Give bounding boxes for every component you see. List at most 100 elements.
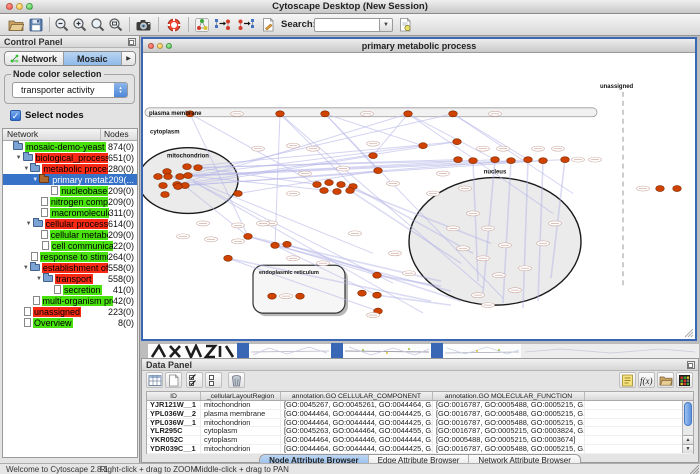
- float-panel-icon[interactable]: [687, 361, 695, 369]
- save-icon[interactable]: [27, 16, 45, 34]
- tree-row[interactable]: response to stimulu264(0): [3, 251, 137, 262]
- table-cell[interactable]: [GO:0016787, GO:0005488, GO:0005215, G..…: [433, 419, 585, 427]
- graph-node[interactable]: [320, 188, 329, 194]
- graph-node[interactable]: [419, 143, 428, 149]
- tree-row[interactable]: mosaic-demo-yeast874(0): [3, 141, 137, 152]
- graph-node[interactable]: [561, 157, 570, 163]
- tree-row-label[interactable]: transport: [55, 274, 93, 284]
- table-cell[interactable]: mitochondrion: [201, 401, 281, 409]
- table-row[interactable]: YJR121W__1mitochondrion[GO:0045267, GO:0…: [147, 401, 693, 410]
- table-row[interactable]: YDR039C__1mitochondrion[GO:0044464, GO:0…: [147, 445, 693, 454]
- table-row[interactable]: YLR295Ccytoplasm[GO:0045263, GO:0044464,…: [147, 427, 693, 436]
- tree-col-nodes[interactable]: Nodes: [101, 129, 137, 140]
- expand-arrow-icon[interactable]: ▼: [22, 166, 30, 172]
- table-cell[interactable]: plasma membrane: [201, 410, 281, 418]
- graph-node[interactable]: [296, 293, 305, 299]
- graph-node[interactable]: [176, 174, 185, 180]
- graph-node[interactable]: [333, 189, 342, 195]
- table-cell[interactable]: [GO:0016787, GO:0005488, GO:0005215, G..…: [433, 445, 585, 453]
- tab-node-attribute-browser[interactable]: Node Attribute Browser: [260, 455, 369, 463]
- dropdown-stepper-icon[interactable]: ▲▼: [114, 83, 127, 97]
- table-row[interactable]: YPL036W__2plasma membrane[GO:0044464, GO…: [147, 410, 693, 419]
- hide-selected-icon[interactable]: [214, 16, 232, 34]
- background-window-edge[interactable]: [237, 343, 249, 358]
- background-window[interactable]: [443, 343, 521, 358]
- annotation-icon[interactable]: [259, 16, 277, 34]
- table-cell[interactable]: [GO:0044464, GO:0044444, GO:0044425, G..…: [281, 445, 433, 453]
- table-cell[interactable]: mitochondrion: [201, 445, 281, 453]
- expand-arrow-icon[interactable]: ▼: [25, 221, 33, 227]
- table-cell[interactable]: [GO:0016787, GO:0005488, GO:0005215, G..…: [433, 410, 585, 418]
- table-cell[interactable]: YDR039C__1: [147, 445, 201, 453]
- tree-row-label[interactable]: cell communicat: [51, 241, 113, 251]
- expand-arrow-icon[interactable]: ▼: [31, 177, 39, 183]
- tree-row-label[interactable]: macromolecule: [50, 208, 108, 218]
- tree-row[interactable]: ▼establishment of lo558(0): [3, 262, 137, 273]
- graph-node[interactable]: [183, 164, 192, 170]
- graph-node[interactable]: [234, 191, 243, 197]
- graph-node[interactable]: [271, 242, 280, 248]
- table-column-header[interactable]: annotation.GO MOLECULAR_FUNCTION: [433, 392, 585, 400]
- tree-row-label[interactable]: primary metabo: [51, 175, 108, 185]
- graph-node[interactable]: [161, 192, 170, 198]
- table-row[interactable]: YPL036W__1mitochondrion[GO:0044464, GO:0…: [147, 419, 693, 428]
- graph-node[interactable]: [244, 233, 253, 239]
- tree-row-label[interactable]: cellular process: [45, 219, 108, 229]
- tree-row[interactable]: unassigned223(0): [3, 306, 137, 317]
- graph-node[interactable]: [404, 111, 413, 117]
- graph-node[interactable]: [346, 188, 355, 194]
- tab-network-attribute-browser[interactable]: Network Attribute Browser: [469, 455, 579, 463]
- resize-grip-icon[interactable]: [684, 328, 694, 338]
- graph-node[interactable]: [539, 158, 548, 164]
- table-cell[interactable]: YPL036W__1: [147, 419, 201, 427]
- tree-row[interactable]: nucleobase-209(0): [3, 185, 137, 196]
- select-attributes-icon[interactable]: [186, 372, 203, 388]
- tree-row-label[interactable]: biological_process: [35, 153, 108, 163]
- table-cell[interactable]: [GO:0044464, GO:0044444, GO:0044425, G..…: [281, 419, 433, 427]
- graph-node[interactable]: [268, 293, 277, 299]
- graph-node[interactable]: [174, 184, 183, 190]
- table-row[interactable]: YKR052Ccytoplasm[GO:0044464, GO:0044446,…: [147, 436, 693, 445]
- table-cell[interactable]: [GO:0045263, GO:0044464, GO:0044455, G..…: [281, 427, 433, 435]
- background-window[interactable]: [521, 343, 699, 358]
- import-attributes-icon[interactable]: [657, 372, 674, 388]
- background-window[interactable]: [343, 343, 431, 358]
- table-cell[interactable]: mitochondrion: [201, 419, 281, 427]
- tree-row-label[interactable]: response to stimulu: [40, 252, 108, 262]
- tree-row-label[interactable]: mosaic-demo-yeast: [25, 142, 106, 152]
- tree-row[interactable]: cellular metabol209(0): [3, 229, 137, 240]
- graph-node[interactable]: [656, 186, 665, 192]
- table-cell[interactable]: [GO:0044464, GO:0044446, GO:0044444, G..…: [281, 436, 433, 444]
- graph-node[interactable]: [224, 255, 233, 261]
- enhanced-search-icon[interactable]: [396, 16, 414, 34]
- graph-node[interactable]: [374, 168, 383, 174]
- tree-row-label[interactable]: unassigned: [33, 307, 81, 317]
- table-column-header[interactable]: _cellularLayoutRegion: [201, 392, 281, 400]
- graph-node[interactable]: [524, 157, 533, 163]
- scroll-up-icon[interactable]: ▲: [683, 435, 693, 444]
- graph-node[interactable]: [325, 180, 334, 186]
- tab-network[interactable]: Network: [5, 52, 64, 65]
- expand-arrow-icon[interactable]: ▼: [22, 265, 30, 271]
- graph-node[interactable]: [491, 157, 500, 163]
- graph-node[interactable]: [469, 158, 478, 164]
- network-canvas[interactable]: plasma membrane cytoplasm mitochondrion …: [143, 54, 695, 339]
- resize-grip-icon[interactable]: [690, 465, 699, 474]
- graph-node[interactable]: [164, 174, 173, 180]
- snapshot-camera-icon[interactable]: [134, 16, 152, 34]
- tree-row[interactable]: ▼primary metabo209(...: [3, 174, 137, 185]
- tree-row[interactable]: multi-organism pro42(0): [3, 295, 137, 306]
- zoom-selected-region-icon[interactable]: [107, 16, 125, 34]
- table-cell[interactable]: cytoplasm: [201, 427, 281, 435]
- graph-node[interactable]: [313, 182, 322, 188]
- open-file-icon[interactable]: [7, 16, 25, 34]
- graph-node[interactable]: [453, 139, 462, 145]
- background-window[interactable]: [148, 343, 237, 358]
- tree-row[interactable]: ▼cellular process614(0): [3, 218, 137, 229]
- graph-node[interactable]: [369, 153, 378, 159]
- graph-node[interactable]: [321, 111, 330, 117]
- table-cell[interactable]: [GO:0016787, GO:0005488, GO:0005215, G..…: [433, 401, 585, 409]
- tab-mosaic[interactable]: Mosaic: [64, 52, 123, 65]
- tree-row[interactable]: Overview8(0): [3, 317, 137, 328]
- tab-edge-attribute-browser[interactable]: Edge Attribute Browser: [369, 455, 470, 463]
